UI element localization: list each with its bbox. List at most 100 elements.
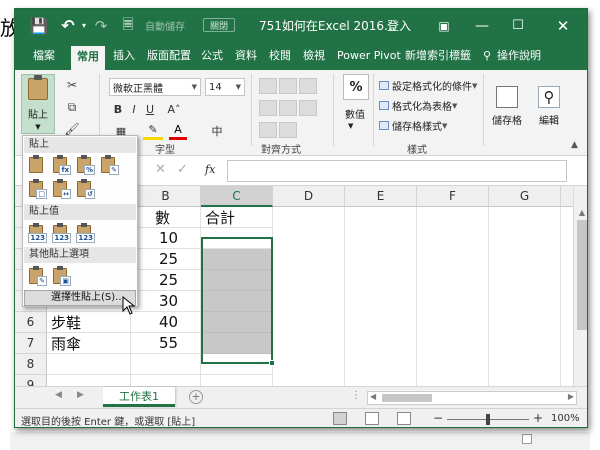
add-sheet-icon[interactable]: + xyxy=(189,390,203,404)
sheet-tab[interactable]: 工作表1 xyxy=(103,387,175,407)
zoom-in-icon[interactable]: + xyxy=(533,411,543,425)
tell-me-icon[interactable]: ⚲ xyxy=(483,42,491,70)
undo-dropdown-icon[interactable]: ▾ xyxy=(79,9,89,42)
bold-icon[interactable]: B xyxy=(111,100,125,118)
paste-values-icon[interactable]: 123 xyxy=(27,223,47,243)
tab-file[interactable]: 檔案 xyxy=(33,42,55,70)
sign-in-link[interactable]: 登入 xyxy=(387,9,411,42)
cell-c7[interactable] xyxy=(201,333,273,354)
autosave-toggle[interactable]: 關閉 xyxy=(203,18,235,32)
cell-b1[interactable]: 數 xyxy=(131,207,201,228)
values-source-format-icon[interactable]: 123 xyxy=(75,223,95,243)
page-break-view-icon[interactable] xyxy=(397,412,411,425)
scroll-right-icon[interactable]: ▶ xyxy=(568,392,574,401)
cell-styles-button[interactable]: 儲存格樣式 ▼ xyxy=(379,118,447,133)
formula-input[interactable] xyxy=(227,160,567,182)
fill-handle[interactable] xyxy=(269,360,275,366)
column-header-b[interactable]: B xyxy=(131,186,201,207)
scroll-left-icon[interactable]: ◀ xyxy=(370,392,376,401)
cells-button[interactable]: 儲存格 xyxy=(489,74,525,138)
cell-c6[interactable] xyxy=(201,312,273,333)
cell-a7[interactable]: 雨傘 xyxy=(47,333,131,354)
more-options-icon[interactable]: ⋮ xyxy=(351,390,361,401)
column-header-g[interactable]: G xyxy=(489,186,561,207)
tab-data[interactable]: 資料 xyxy=(235,42,257,70)
align-left-icon[interactable] xyxy=(259,100,277,116)
align-top-icon[interactable] xyxy=(259,78,277,94)
tab-review[interactable]: 校閱 xyxy=(269,42,291,70)
format-as-table-button[interactable]: 格式化為表格 ▼ xyxy=(379,98,457,113)
tab-tell-me[interactable]: 操作說明 xyxy=(497,42,541,70)
italic-icon[interactable]: I xyxy=(127,100,141,118)
cell-c9[interactable] xyxy=(201,375,273,386)
increase-indent-icon[interactable] xyxy=(279,122,297,138)
copy-icon[interactable]: ⧉ xyxy=(61,98,83,116)
cell-c3[interactable] xyxy=(201,249,273,270)
row-header[interactable]: 9 xyxy=(15,375,47,386)
keep-column-widths-icon[interactable]: ↔ xyxy=(51,179,71,199)
paste-formatting-icon[interactable]: ✎ xyxy=(27,266,47,286)
cell-b3[interactable]: 25 xyxy=(131,249,201,270)
align-right-icon[interactable] xyxy=(299,100,317,116)
tab-formulas[interactable]: 公式 xyxy=(201,42,223,70)
font-color-icon[interactable]: A xyxy=(169,122,187,140)
cell-c8[interactable] xyxy=(201,354,273,375)
cell-c4[interactable] xyxy=(201,270,273,291)
empty-range-g[interactable] xyxy=(489,207,561,386)
column-header-f[interactable]: F xyxy=(417,186,489,207)
tab-view[interactable]: 檢視 xyxy=(303,42,325,70)
zoom-slider-thumb[interactable] xyxy=(486,414,490,425)
tab-custom[interactable]: 新增索引標籤 xyxy=(405,42,471,70)
maximize-button[interactable]: ☐ xyxy=(503,9,533,42)
align-bottom-icon[interactable] xyxy=(299,78,317,94)
paste-button[interactable]: 貼上 ▼ xyxy=(21,74,55,134)
cut-icon[interactable]: ✂ xyxy=(61,76,83,94)
page-layout-view-icon[interactable] xyxy=(365,412,379,425)
paste-picture-icon[interactable]: ▣ xyxy=(51,266,71,286)
column-header-e[interactable]: E xyxy=(345,186,417,207)
cell-a8[interactable] xyxy=(47,354,131,375)
number-label[interactable]: 數值 xyxy=(345,106,365,121)
tab-home[interactable]: 常用 xyxy=(71,46,105,70)
paste-special-menu-item[interactable]: 選擇性貼上(S)... xyxy=(24,290,136,306)
keep-source-formatting-icon[interactable]: ✎ xyxy=(99,155,119,175)
transpose-icon[interactable]: ↺ xyxy=(75,179,95,199)
tab-page-layout[interactable]: 版面配置 xyxy=(147,42,191,70)
normal-view-icon[interactable] xyxy=(333,412,347,425)
vertical-scrollbar[interactable]: ▲ xyxy=(573,186,587,386)
enter-icon[interactable]: ✓ xyxy=(177,162,188,177)
paste-icon[interactable] xyxy=(27,155,47,175)
horizontal-scrollbar[interactable]: ◀ ▶ xyxy=(367,391,577,405)
empty-range-f[interactable] xyxy=(417,207,489,386)
sheet-next-icon[interactable]: ▶ xyxy=(77,390,84,400)
cell-b4[interactable]: 25 xyxy=(131,270,201,291)
font-name-select[interactable]: 微軟正黑體 ▼ xyxy=(109,78,201,96)
editing-button[interactable]: ⚲ 編輯 xyxy=(531,74,567,138)
zoom-level[interactable]: 100% xyxy=(551,413,580,424)
values-number-format-icon[interactable]: 123 xyxy=(51,223,71,243)
column-header-d[interactable]: D xyxy=(273,186,345,207)
save-icon[interactable]: 💾 xyxy=(27,9,51,42)
cell-c5[interactable] xyxy=(201,291,273,312)
underline-icon[interactable]: U xyxy=(143,100,157,118)
scrollbar-thumb[interactable] xyxy=(382,394,432,402)
align-middle-icon[interactable] xyxy=(279,78,297,94)
cell-b7[interactable]: 55 xyxy=(131,333,201,354)
close-button[interactable]: ✕ xyxy=(545,9,581,42)
cell-c1[interactable]: 合計 xyxy=(201,207,273,228)
redo-icon[interactable]: ↷ xyxy=(91,9,111,42)
font-size-select[interactable]: 14 ▼ xyxy=(205,78,245,96)
cell-b5[interactable]: 30 xyxy=(131,291,201,312)
phonetic-icon[interactable]: 中 xyxy=(207,122,227,140)
new-document-icon[interactable]: 🗏 xyxy=(119,9,137,42)
collapse-ribbon-icon[interactable]: ▲ xyxy=(571,140,578,150)
minimize-button[interactable]: — xyxy=(467,9,497,42)
empty-range-d[interactable] xyxy=(273,207,345,386)
scroll-up-icon[interactable]: ▲ xyxy=(574,206,587,218)
decrease-indent-icon[interactable] xyxy=(259,122,277,138)
paste-formulas-icon[interactable]: fx xyxy=(51,155,71,175)
cancel-icon[interactable]: ✕ xyxy=(155,162,166,177)
zoom-out-icon[interactable]: − xyxy=(433,411,443,425)
row-header[interactable]: 7 xyxy=(15,333,47,354)
paste-formulas-number-format-icon[interactable]: % xyxy=(75,155,95,175)
